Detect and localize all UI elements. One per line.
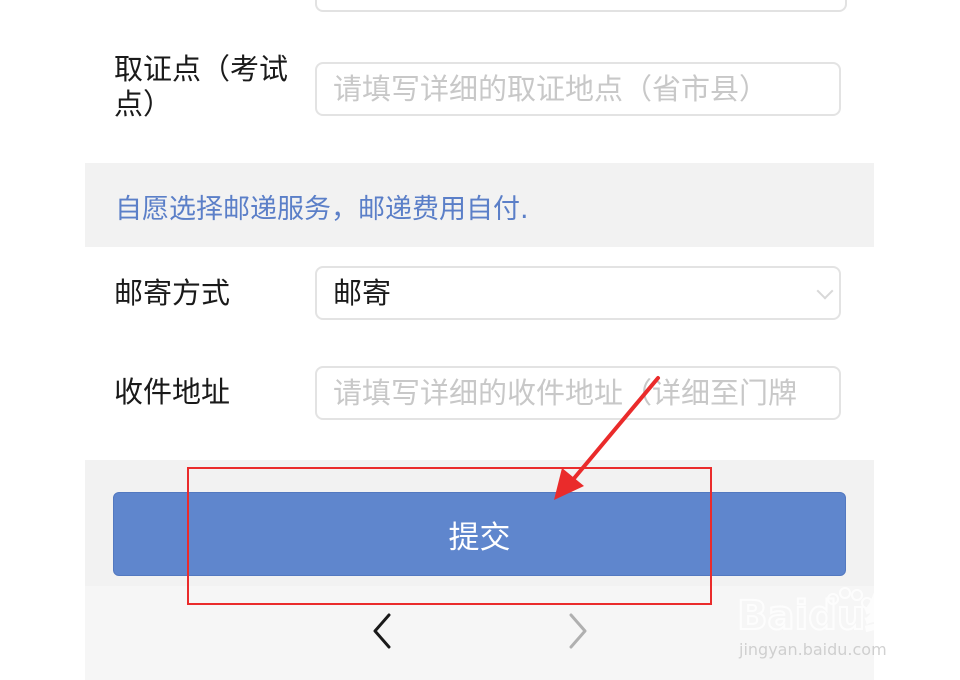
annotation-arrow-icon bbox=[554, 376, 660, 500]
delivery-method-value: 邮寄 bbox=[333, 276, 392, 310]
previous-field-input[interactable] bbox=[315, 0, 847, 12]
chevron-down-icon bbox=[816, 282, 834, 300]
pickup-point-label-line1: 取证点（考试 bbox=[114, 52, 289, 86]
watermark-brand: Baidu经验 bbox=[737, 593, 917, 639]
chevron-left-icon bbox=[373, 613, 391, 649]
address-label: 收件地址 bbox=[114, 375, 231, 409]
delivery-method-label: 邮寄方式 bbox=[114, 276, 231, 310]
pickup-point-label: 取证点（考试 点） bbox=[114, 52, 288, 122]
postal-notice-banner: 自愿选择邮递服务，邮递费用自付. bbox=[85, 163, 874, 247]
delivery-method-select[interactable]: 邮寄 bbox=[315, 266, 841, 320]
watermark-url: jingyan.baidu.com bbox=[738, 640, 887, 659]
pickup-point-label-line2: 点） bbox=[114, 87, 173, 121]
chevron-right-icon bbox=[569, 613, 587, 649]
postal-notice-text: 自愿选择邮递服务，邮递费用自付. bbox=[115, 194, 529, 225]
pickup-point-input[interactable]: 请填写详细的取证地点（省市县） bbox=[315, 62, 841, 116]
pickup-point-placeholder: 请填写详细的取证地点（省市县） bbox=[333, 72, 769, 106]
back-button[interactable] bbox=[369, 611, 399, 651]
baidu-jingyan-watermark: Baidu经验 jingyan.baidu.com bbox=[737, 587, 917, 659]
forward-button[interactable] bbox=[561, 611, 591, 651]
